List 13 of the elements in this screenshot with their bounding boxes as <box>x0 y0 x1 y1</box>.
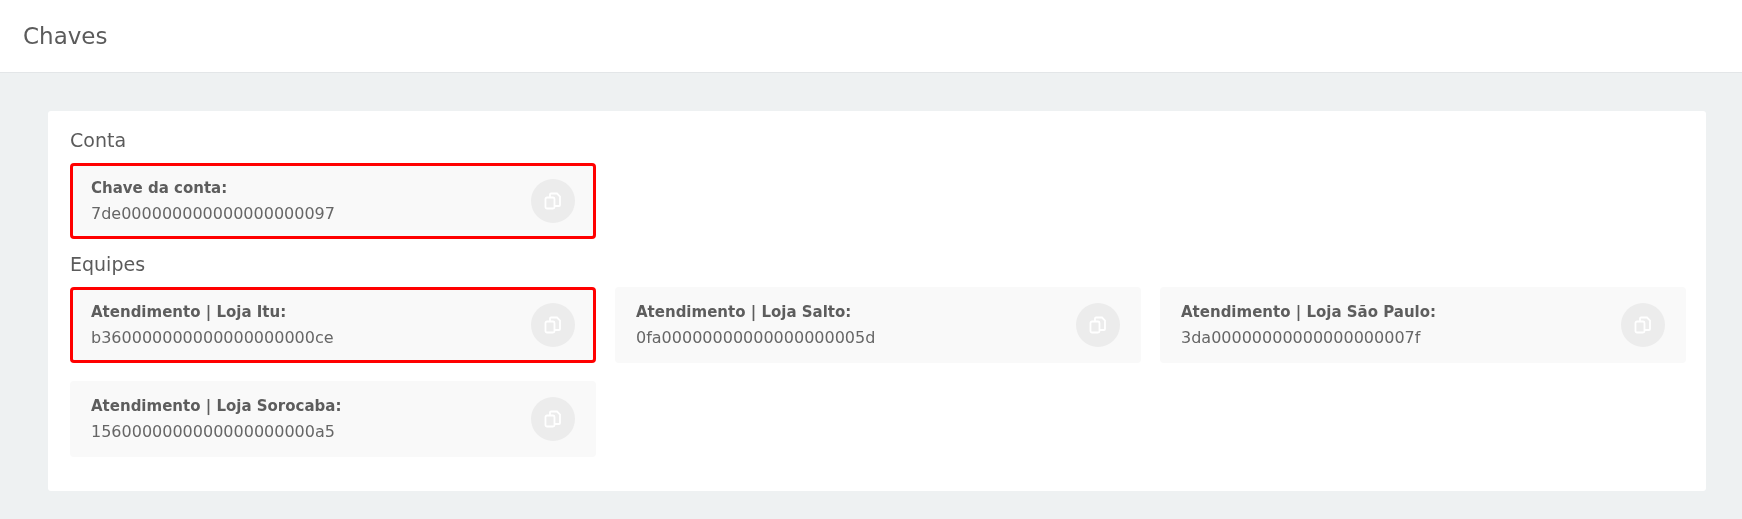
key-value: 7de000000000000000000097 <box>91 204 335 223</box>
key-label: Atendimento | Loja Itu: <box>91 303 288 321</box>
key-label: Atendimento | Loja São Paulo: <box>1181 303 1437 321</box>
key-value: 0fa00000000000000000005d <box>636 328 876 347</box>
key-value: 1560000000000000000000a5 <box>91 422 336 441</box>
section-title: Equipes <box>70 253 147 275</box>
key-label: Atendimento | Loja Salto: <box>636 303 853 321</box>
key-value: b360000000000000000000ce <box>91 328 334 347</box>
page-title: Chaves <box>23 23 108 49</box>
key-label: Atendimento | Loja Sorocaba: <box>91 397 342 415</box>
key-value: 3da00000000000000000007f <box>1181 328 1422 347</box>
key-label: Chave da conta: <box>91 179 229 197</box>
section-title: Conta <box>70 129 128 151</box>
